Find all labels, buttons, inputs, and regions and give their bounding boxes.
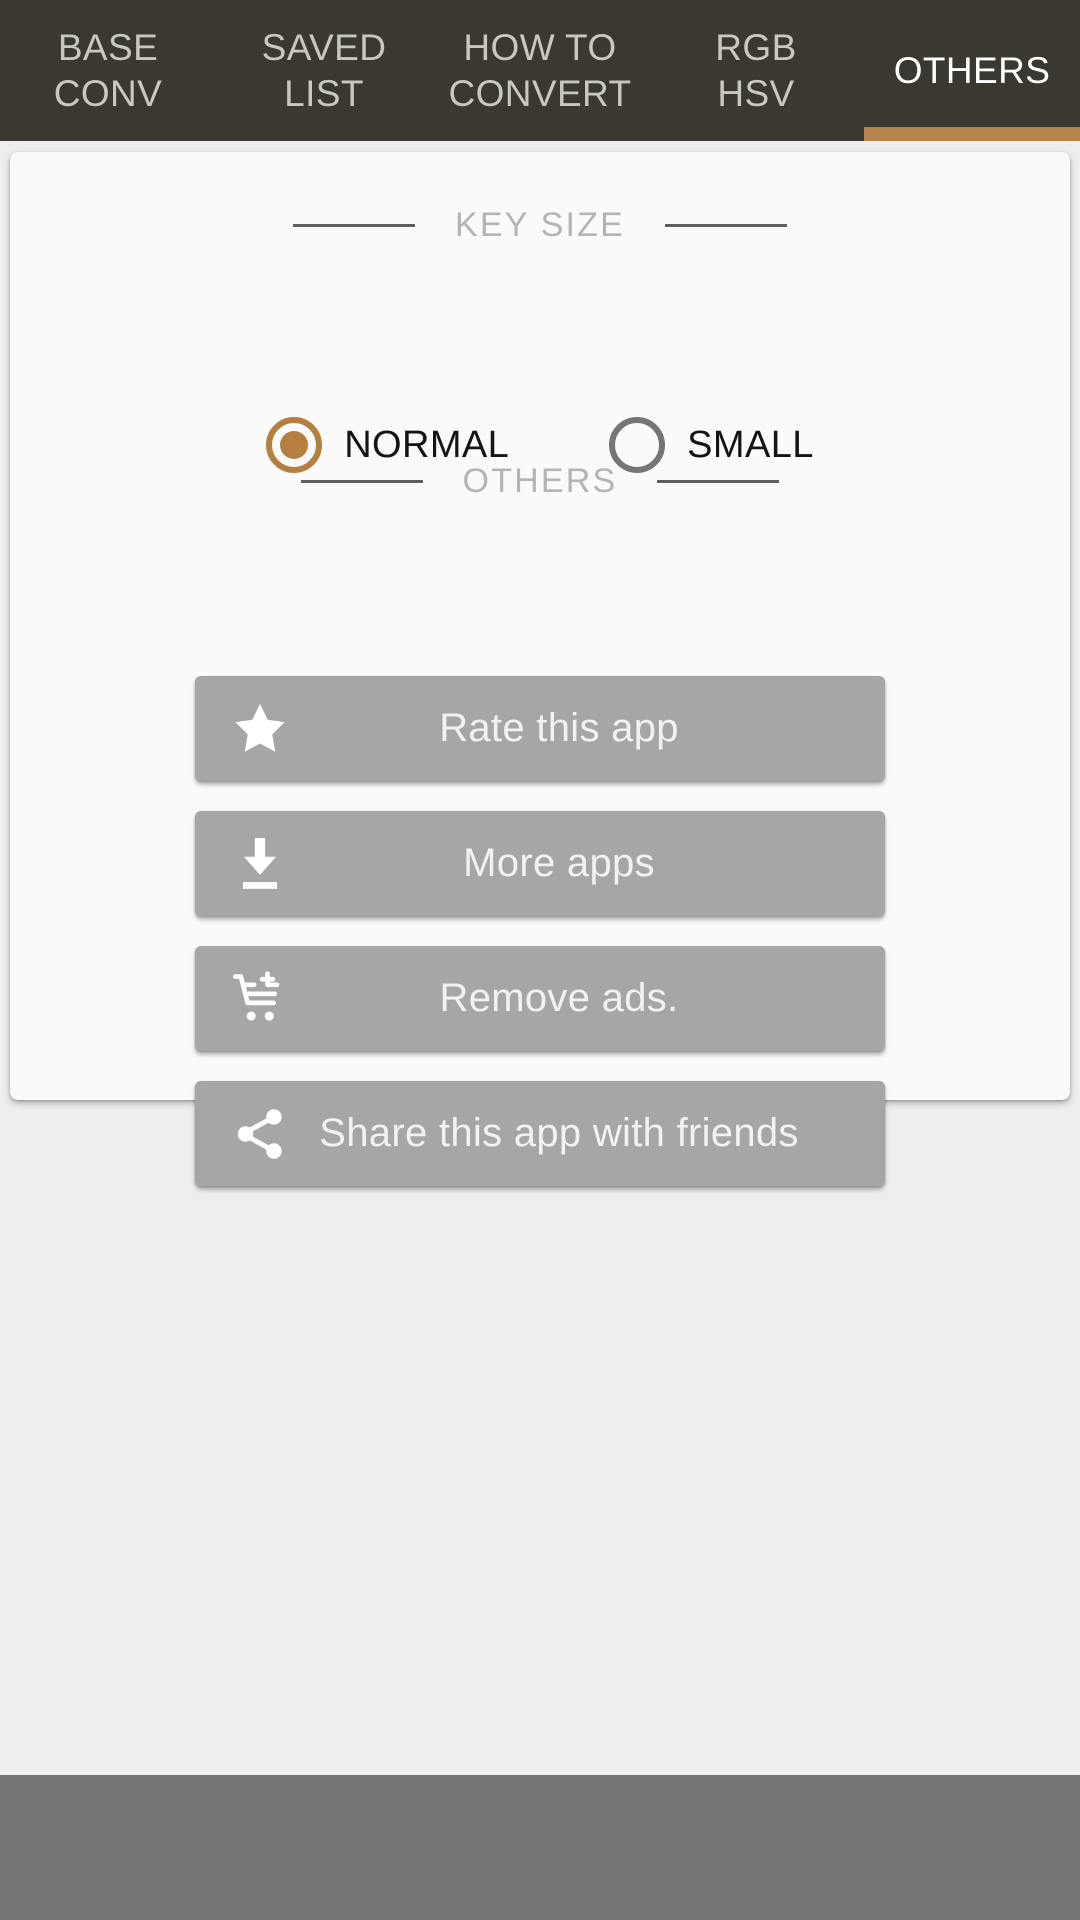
settings-card: KEY SIZE NORMAL SMALL OTHERS Rate this a… (10, 152, 1070, 1186)
tab-base-conv-line1: BASE (57, 26, 159, 68)
share-app-button[interactable]: Share this app with friends (195, 1081, 885, 1186)
tab-saved-list-line1: SAVED (261, 26, 387, 68)
rate-this-app-label: Rate this app (439, 706, 679, 750)
tab-rgb-hsv-line2: HSV (717, 72, 795, 114)
tab-bar: BASE CONV SAVED LIST HOW TO CONVERT RGB … (0, 0, 1080, 141)
radio-dot-normal (280, 431, 309, 459)
tab-others[interactable]: OTHERS (864, 0, 1080, 141)
remove-ads-label: Remove ads. (439, 976, 679, 1020)
tab-others-label: OTHERS (893, 49, 1051, 91)
section-rule-left (292, 224, 415, 227)
add-shopping-cart-icon (227, 966, 293, 1032)
radio-dot-small (623, 431, 651, 459)
section-title-others: OTHERS (462, 462, 618, 500)
rate-this-app-button[interactable]: Rate this app (195, 676, 885, 781)
section-rule-right (665, 224, 788, 227)
tab-base-conv[interactable]: BASE CONV (0, 0, 216, 141)
radio-label-normal: NORMAL (344, 423, 510, 466)
remove-ads-button[interactable]: Remove ads. (195, 946, 885, 1051)
tab-how-to-convert[interactable]: HOW TO CONVERT (432, 0, 648, 141)
section-header-key-size: KEY SIZE (10, 206, 1070, 245)
section-rule-left-others (300, 480, 423, 483)
more-apps-button[interactable]: More apps (195, 811, 885, 916)
radio-label-small: SMALL (687, 423, 814, 466)
ad-banner-placeholder[interactable] (0, 1775, 1080, 1920)
tab-how-to-convert-line1: HOW TO (463, 26, 617, 68)
section-title-key-size: KEY SIZE (454, 206, 626, 244)
star-icon (227, 696, 293, 762)
tab-active-indicator (864, 127, 1080, 141)
tab-how-to-convert-line2: CONVERT (448, 72, 632, 114)
others-button-list: Rate this app More apps Remove ads. Shar… (10, 676, 1070, 1186)
tab-base-conv-line2: CONV (53, 72, 163, 114)
section-rule-right-others (657, 480, 780, 483)
tab-saved-list-line2: LIST (284, 72, 364, 114)
tab-rgb-hsv[interactable]: RGB HSV (648, 0, 864, 141)
tab-saved-list[interactable]: SAVED LIST (216, 0, 432, 141)
more-apps-label: More apps (463, 841, 655, 885)
section-header-others: OTHERS (10, 462, 1070, 501)
share-icon (227, 1101, 293, 1167)
tab-rgb-hsv-line1: RGB (715, 26, 797, 68)
share-app-label: Share this app with friends (319, 1111, 799, 1155)
download-icon (227, 831, 293, 897)
